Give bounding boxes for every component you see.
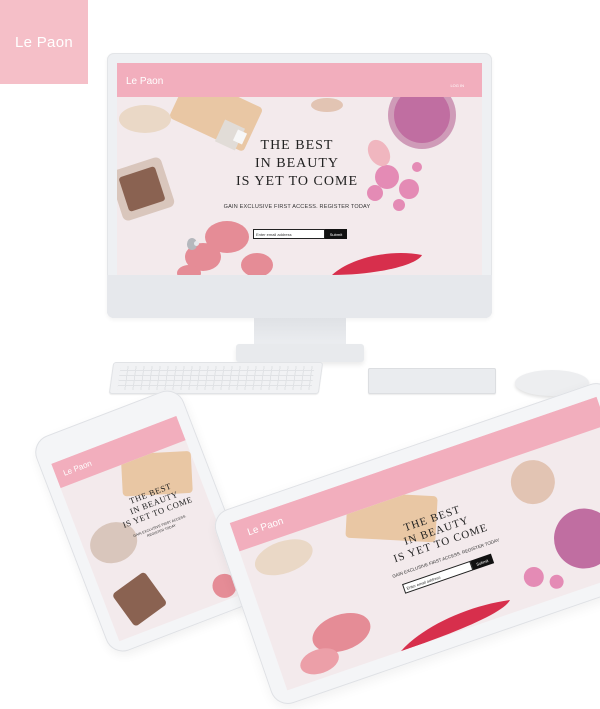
submit-button[interactable]: Submit <box>325 229 347 239</box>
hero-title: THE BEST IN BEAUTY IS YET TO COME <box>202 137 392 191</box>
phone-site-logo[interactable]: Le Paon <box>62 459 93 478</box>
login-link[interactable]: LOG IN <box>450 83 464 88</box>
signup-form: Enter email address Submit <box>253 229 347 239</box>
apple-logo-icon <box>187 238 199 250</box>
tablet-site-logo[interactable]: Le Paon <box>246 516 285 539</box>
brand-tag: Le Paon <box>0 0 88 84</box>
keyboard <box>108 362 324 394</box>
trackpad <box>368 368 496 394</box>
imac-monitor: Le Paon LOG IN THE BEST IN BEAUTY IS YET… <box>107 53 492 318</box>
brush-icon <box>119 105 171 133</box>
hero-section: THE BEST IN BEAUTY IS YET TO COME GAIN E… <box>117 97 482 275</box>
brand-tag-label: Le Paon <box>15 33 73 51</box>
bronzer-compact-icon <box>117 157 175 221</box>
powder-icon <box>311 98 343 112</box>
hero-title-line: THE BEST <box>260 138 334 153</box>
lipstick-smear-icon <box>332 253 422 275</box>
hero-title-line: IS YET TO COME <box>236 174 358 189</box>
keyboard-keys <box>117 366 315 390</box>
desktop-screen: Le Paon LOG IN THE BEST IN BEAUTY IS YET… <box>117 63 482 275</box>
site-header: Le Paon LOG IN <box>117 63 482 97</box>
imac-chin <box>107 275 492 318</box>
imac-stand <box>254 318 346 346</box>
tablet-device: Le Paon THE BEST IN BEAUTY IS YET TO COM… <box>210 378 600 709</box>
imac-base <box>236 344 364 362</box>
hero-title-line: IN BEAUTY <box>254 156 340 171</box>
hero-subtitle: GAIN EXCLUSIVE FIRST ACCESS. REGISTER TO… <box>223 204 371 210</box>
tablet-screen: Le Paon THE BEST IN BEAUTY IS YET TO COM… <box>229 396 600 691</box>
email-input[interactable]: Enter email address <box>253 229 325 239</box>
site-logo[interactable]: Le Paon <box>126 76 163 87</box>
